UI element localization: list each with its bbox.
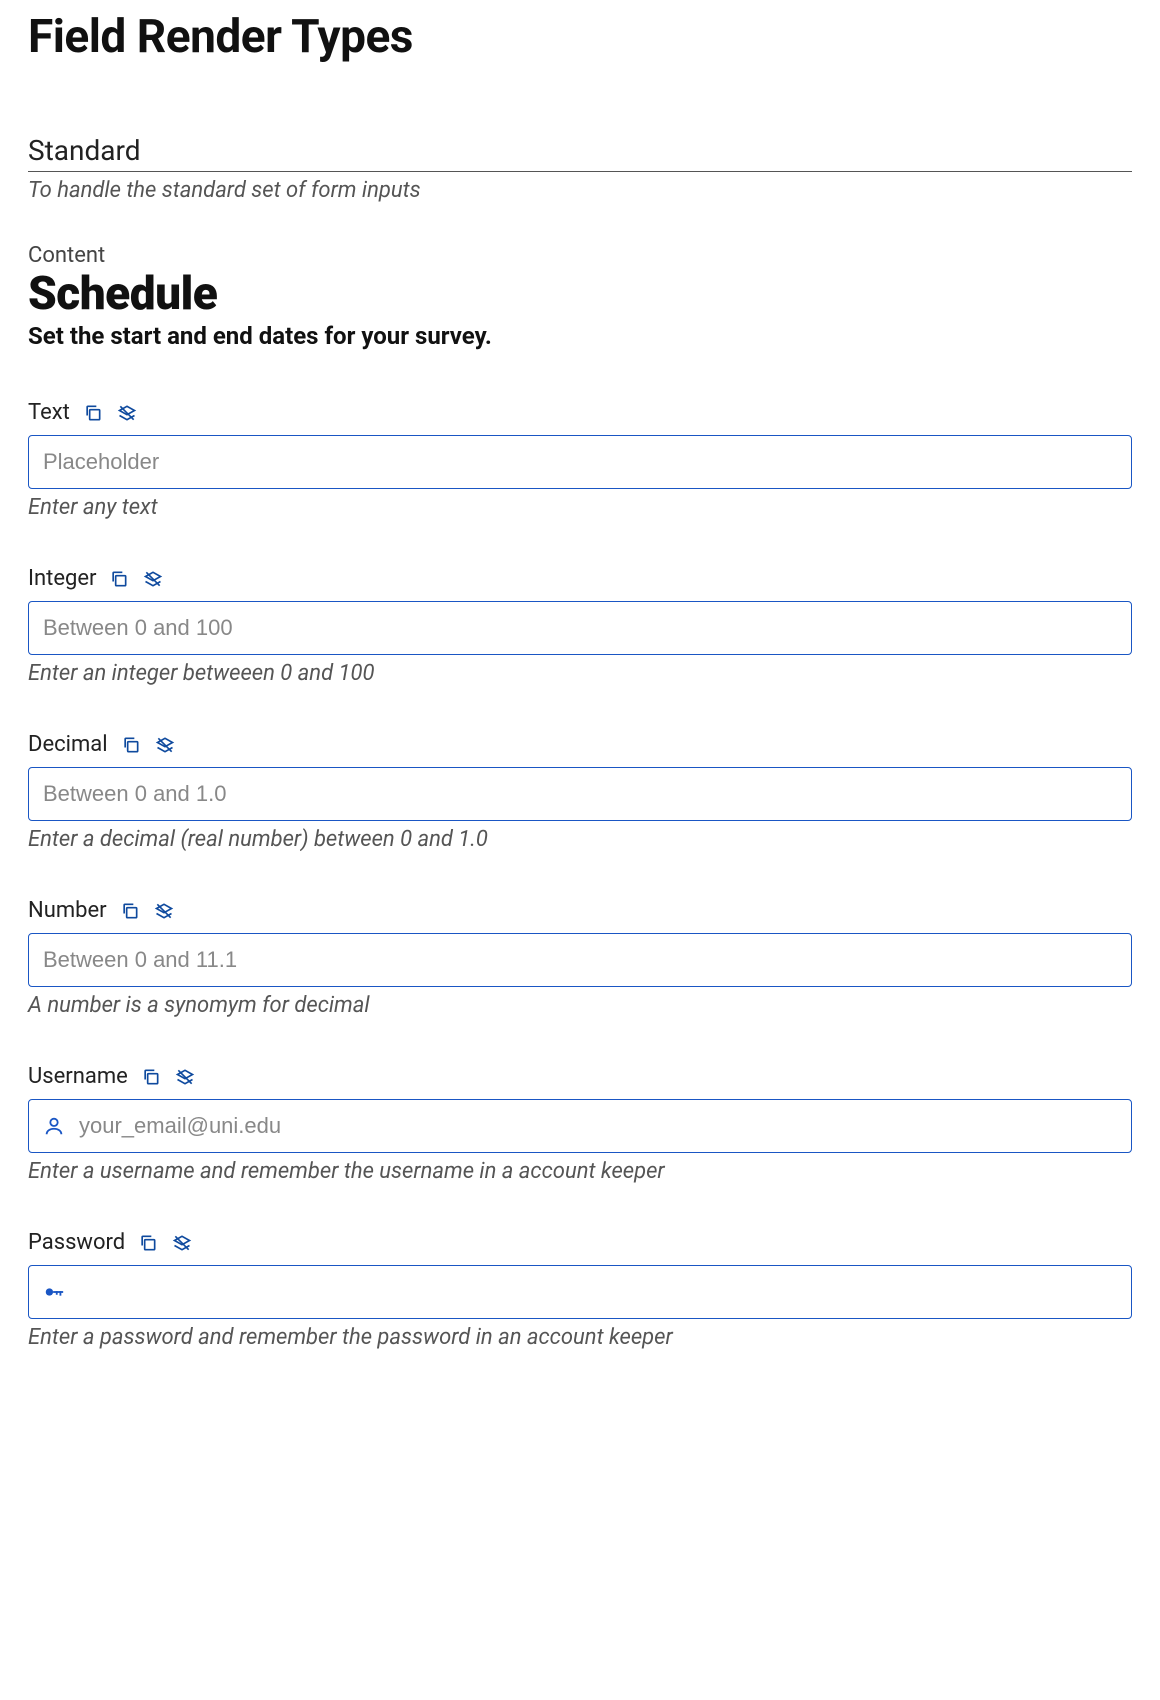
field-label-username: Username [28,1064,128,1089]
field-help-text: Enter any text [28,495,1132,520]
field-label-integer: Integer [28,566,96,591]
field-help-username: Enter a username and remember the userna… [28,1159,1132,1184]
decimal-input-wrap[interactable] [28,767,1132,821]
layers-off-icon[interactable] [154,734,176,756]
copy-icon[interactable] [120,734,142,756]
page-title: Field Render Types [28,10,1132,64]
copy-icon[interactable] [140,1066,162,1088]
decimal-input[interactable] [41,768,1119,820]
layers-off-icon[interactable] [116,402,138,424]
field-label-number: Number [28,898,107,923]
text-input[interactable] [41,436,1119,488]
password-input-wrap[interactable] [28,1265,1132,1319]
field-number: Number A number is a synomym for decimal [28,898,1132,1018]
integer-input[interactable] [41,602,1119,654]
key-icon [41,1279,67,1305]
layers-off-icon[interactable] [174,1066,196,1088]
text-input-wrap[interactable] [28,435,1132,489]
field-help-number: A number is a synomym for decimal [28,993,1132,1018]
section-subtitle: To handle the standard set of form input… [28,178,1132,203]
layers-off-icon[interactable] [142,568,164,590]
field-text: Text Enter any text [28,400,1132,520]
layers-off-icon[interactable] [171,1232,193,1254]
section-header: Standard [28,134,1132,172]
layers-off-icon[interactable] [153,900,175,922]
copy-icon[interactable] [137,1232,159,1254]
field-username: Username Enter a username and remember t… [28,1064,1132,1184]
field-help-integer: Enter an integer betweeen 0 and 100 [28,661,1132,686]
content-label: Content [28,243,1132,268]
copy-icon[interactable] [82,402,104,424]
field-label-decimal: Decimal [28,732,108,757]
content-description: Set the start and end dates for your sur… [28,322,1132,350]
number-input-wrap[interactable] [28,933,1132,987]
section-title: Standard [28,134,1132,167]
field-help-decimal: Enter a decimal (real number) between 0 … [28,827,1132,852]
username-input-wrap[interactable] [28,1099,1132,1153]
password-input[interactable] [77,1266,1119,1318]
person-icon [41,1113,67,1139]
field-password: Password Enter a password and remember t… [28,1230,1132,1350]
copy-icon[interactable] [119,900,141,922]
content-heading: Schedule [28,270,1132,318]
number-input[interactable] [41,934,1119,986]
copy-icon[interactable] [108,568,130,590]
field-label-password: Password [28,1230,125,1255]
field-decimal: Decimal Enter a decimal (real number) be… [28,732,1132,852]
username-input[interactable] [77,1100,1119,1152]
integer-input-wrap[interactable] [28,601,1132,655]
field-label-text: Text [28,400,70,425]
field-help-password: Enter a password and remember the passwo… [28,1325,1132,1350]
field-integer: Integer Enter an integer betweeen 0 and … [28,566,1132,686]
